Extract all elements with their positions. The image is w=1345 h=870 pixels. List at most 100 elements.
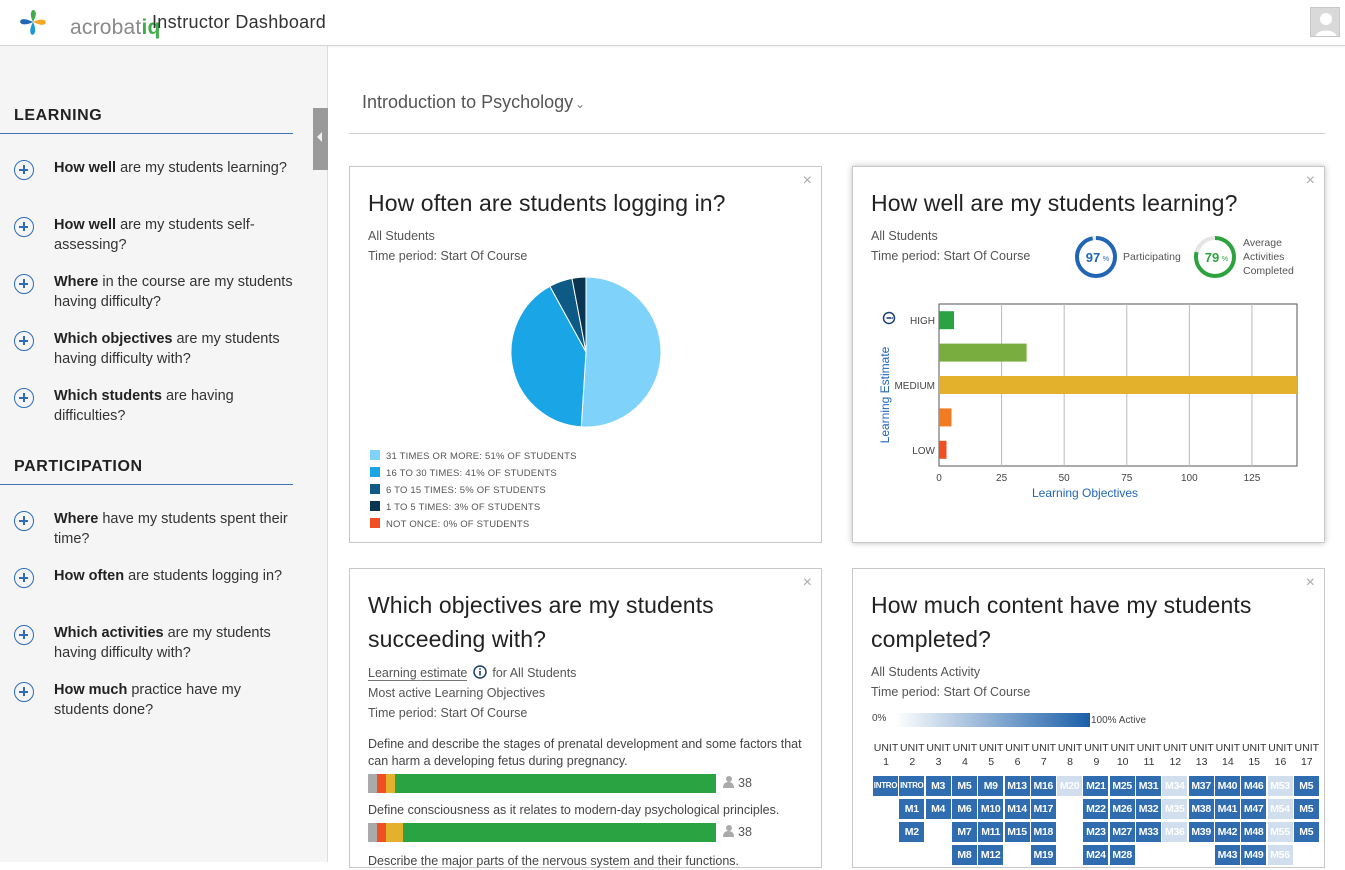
- unit-header: UNIT 15: [1240, 741, 1268, 769]
- module-cell[interactable]: M36: [1162, 822, 1188, 842]
- module-cell[interactable]: M35: [1162, 799, 1188, 819]
- legend-label: 6 TO 15 TIMES: 5% OF STUDENTS: [386, 485, 546, 496]
- module-cell[interactable]: M11: [978, 822, 1004, 842]
- bar: [939, 376, 1297, 394]
- module-cell[interactable]: M28: [1109, 845, 1135, 865]
- sidebar-item-how-well-self-assessing[interactable]: How well are my students self-assessing?: [0, 204, 293, 261]
- sidebar-item-which-students[interactable]: Which students are having difficulties?: [0, 375, 293, 432]
- module-cell[interactable]: M47: [1241, 799, 1267, 819]
- module-cell[interactable]: M10: [978, 799, 1004, 819]
- sidebar-item-how-much-practice[interactable]: How much practice have my students done?: [0, 669, 293, 726]
- module-cell[interactable]: M24: [1083, 845, 1109, 865]
- module-cell[interactable]: M20: [1057, 776, 1083, 796]
- module-cell[interactable]: M21: [1083, 776, 1109, 796]
- sidebar-item-where-time[interactable]: Where have my students spent their time?: [0, 498, 293, 555]
- module-cell[interactable]: M25: [1109, 776, 1135, 796]
- close-icon[interactable]: ×: [803, 172, 812, 190]
- unit-number: 14: [1222, 756, 1234, 768]
- module-cell[interactable]: M40: [1214, 776, 1240, 796]
- module-cell[interactable]: M54: [1267, 799, 1293, 819]
- module-cell[interactable]: M14: [1004, 799, 1030, 819]
- module-cell[interactable]: M4: [925, 799, 951, 819]
- person-icon: [723, 776, 734, 788]
- objective-item[interactable]: Define consciousness as it relates to mo…: [368, 802, 808, 842]
- legend-label: 16 TO 30 TIMES: 41% OF STUDENTS: [386, 468, 557, 479]
- logo-wordmark: acrobatiq: [70, 16, 161, 39]
- person-icon: [723, 825, 734, 837]
- module-cell[interactable]: M12: [978, 845, 1004, 865]
- module-cell[interactable]: M13: [1004, 776, 1030, 796]
- legend-label: 1 TO 5 TIMES: 3% OF STUDENTS: [386, 502, 541, 513]
- unit-header: UNIT 5: [977, 741, 1005, 769]
- unit-header: UNIT 16: [1267, 741, 1295, 769]
- module-cell[interactable]: M2: [899, 822, 925, 842]
- close-icon[interactable]: ×: [803, 574, 812, 592]
- estimate-segment: [394, 774, 716, 793]
- close-icon[interactable]: ×: [1306, 172, 1315, 190]
- user-avatar[interactable]: [1310, 7, 1340, 37]
- module-activity-grid: UNIT 1 UNIT 2 UNIT 3 UNIT 4 UNIT 5 UNIT 6 UNIT 7 UNIT 8…: [853, 569, 1324, 869]
- objective-item[interactable]: Define and describe the stages of prenat…: [368, 736, 808, 793]
- module-cell[interactable]: M33: [1136, 822, 1161, 842]
- module-cell[interactable]: M19: [1030, 845, 1056, 865]
- module-cell[interactable]: M31: [1136, 776, 1161, 796]
- module-cell[interactable]: M56: [1267, 845, 1293, 865]
- sidebar-item-how-often-logging[interactable]: How often are students logging in?: [0, 555, 293, 612]
- module-cell[interactable]: M55: [1267, 822, 1293, 842]
- x-tick-label: 25: [996, 473, 1008, 484]
- gauge-value: 79: [1205, 250, 1219, 265]
- module-cell[interactable]: M1: [899, 799, 925, 819]
- estimate-segment: [368, 823, 378, 842]
- module-cell[interactable]: M16: [1030, 776, 1056, 796]
- unit-number: 11: [1143, 756, 1155, 768]
- module-cell[interactable]: M15: [1004, 822, 1030, 842]
- module-cell[interactable]: M26: [1109, 799, 1135, 819]
- module-cell[interactable]: M39: [1188, 822, 1214, 842]
- unit-label: UNIT: [1057, 742, 1083, 754]
- module-cell[interactable]: M49: [1241, 845, 1267, 865]
- module-cell[interactable]: M6: [951, 799, 977, 819]
- sidebar-collapse-handle[interactable]: [313, 108, 328, 170]
- module-cell[interactable]: M23: [1083, 822, 1109, 842]
- module-cell[interactable]: M17: [1030, 799, 1056, 819]
- module-cell[interactable]: M46: [1241, 776, 1267, 796]
- module-cell[interactable]: M38: [1188, 799, 1214, 819]
- sidebar-item-which-objectives[interactable]: Which objectives are my students having …: [0, 318, 293, 375]
- module-cell[interactable]: M37: [1188, 776, 1214, 796]
- module-cell[interactable]: M42: [1214, 822, 1240, 842]
- module-cell[interactable]: M27: [1109, 822, 1135, 842]
- module-cell[interactable]: M5: [951, 776, 977, 796]
- module-cell[interactable]: M22: [1083, 799, 1109, 819]
- module-cell[interactable]: M48: [1241, 822, 1267, 842]
- sidebar: LEARNING How well are my students learni…: [0, 46, 328, 862]
- module-cell[interactable]: M43: [1214, 845, 1240, 865]
- objective-estimate-bar: 38: [368, 823, 808, 842]
- sidebar-item-how-well-learning[interactable]: How well are my students learning?: [0, 147, 293, 204]
- sidebar-item-which-activities[interactable]: Which activities are my students having …: [0, 612, 293, 669]
- course-selector[interactable]: Introduction to Psychology ⌄: [362, 92, 585, 113]
- module-cell[interactable]: M5: [1293, 799, 1319, 819]
- module-cell[interactable]: M5: [1293, 822, 1319, 842]
- sidebar-heading-participation: PARTICIPATION: [0, 458, 293, 485]
- module-cell[interactable]: M3: [925, 776, 951, 796]
- module-cell[interactable]: M18: [1030, 822, 1056, 842]
- module-cell[interactable]: INTRO: [899, 776, 925, 796]
- module-cell[interactable]: INTRO: [873, 776, 898, 796]
- module-cell[interactable]: M5: [1293, 776, 1319, 796]
- unit-label: UNIT: [1136, 742, 1162, 754]
- module-cell[interactable]: M7: [951, 822, 977, 842]
- module-cell[interactable]: M8: [951, 845, 977, 865]
- estimate-segment: [377, 774, 387, 793]
- legend-swatch: [370, 450, 380, 460]
- module-cell[interactable]: M9: [978, 776, 1004, 796]
- module-cell[interactable]: M32: [1136, 799, 1161, 819]
- info-icon[interactable]: [473, 665, 487, 679]
- chevron-down-icon: ⌄: [575, 97, 586, 111]
- learning-estimate-link[interactable]: Learning estimate: [368, 666, 468, 681]
- module-cell[interactable]: M53: [1267, 776, 1293, 796]
- sidebar-item-where-difficulty[interactable]: Where in the course are my students havi…: [0, 261, 293, 318]
- module-cell[interactable]: M41: [1214, 799, 1240, 819]
- x-tick-label: 100: [1181, 473, 1198, 484]
- acrobatiq-logo[interactable]: acrobatiq: [18, 8, 160, 39]
- module-cell[interactable]: M34: [1162, 776, 1188, 796]
